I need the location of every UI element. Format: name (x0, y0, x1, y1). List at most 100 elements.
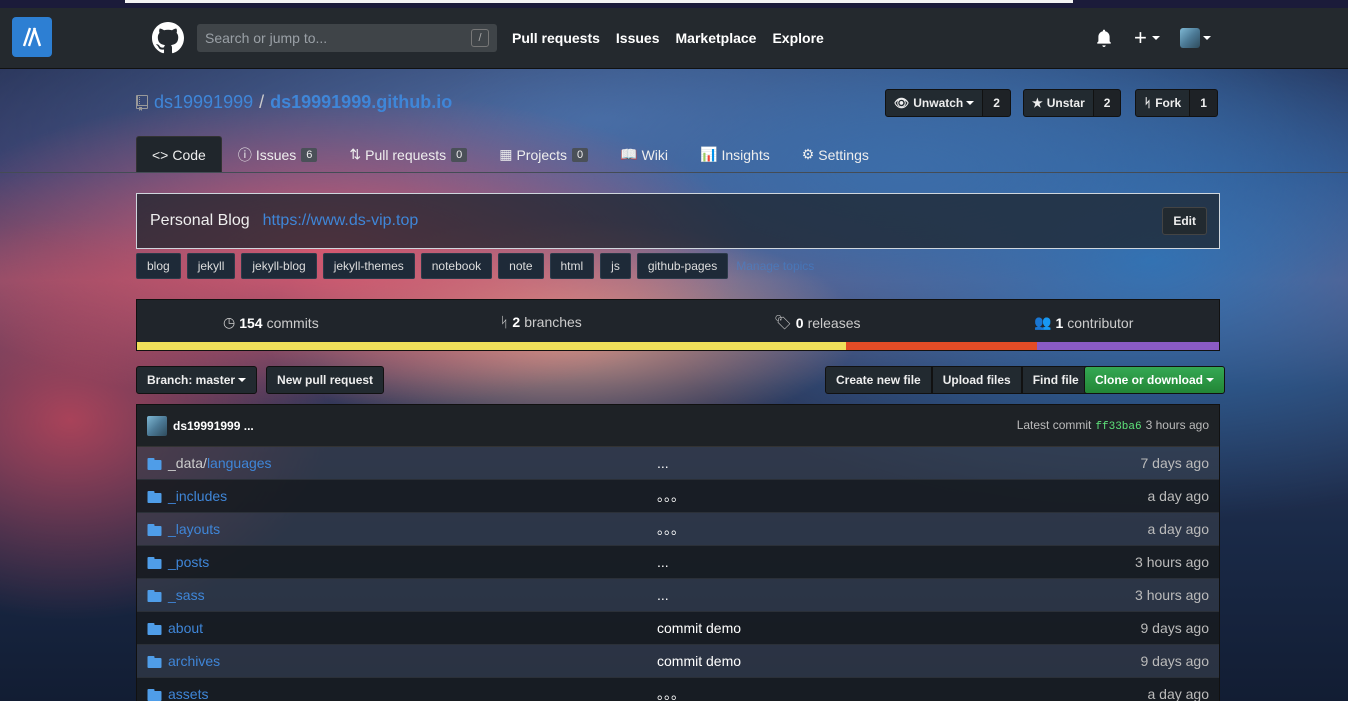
repo-title: ds19991999 / ds19991999.github.io (136, 92, 452, 113)
upload-files-button[interactable]: Upload files (931, 366, 1022, 394)
file-name-link[interactable]: _layouts (168, 521, 220, 537)
unwatch-button[interactable]: 👁 Unwatch (885, 89, 984, 117)
table-row[interactable]: assets 。。。 a day ago (137, 678, 1219, 701)
repo-homepage-link[interactable]: https://www.ds-vip.top (263, 212, 419, 230)
language-bar[interactable] (137, 342, 1219, 350)
topic-tag[interactable]: blog (136, 253, 181, 279)
topic-tag[interactable]: note (498, 253, 544, 279)
commit-message-link[interactable]: 。。。 (657, 519, 685, 539)
topic-tag[interactable]: jekyll (186, 253, 236, 279)
topic-tag[interactable]: jekyll-themes (322, 253, 415, 279)
find-file-button[interactable]: Find file (1021, 366, 1090, 394)
clone-label: Clone or download (1095, 373, 1203, 387)
repo-name-link[interactable]: ds19991999.github.io (270, 92, 452, 113)
avatar[interactable] (1179, 28, 1200, 48)
branches-stat[interactable]: ᛋ 2 branches (500, 314, 582, 330)
file-name-link[interactable]: assets (168, 686, 208, 701)
commit-message-link[interactable]: ... (657, 554, 669, 570)
branch-select-button[interactable]: Branch: master (136, 366, 258, 394)
language-segment[interactable] (845, 342, 1038, 350)
create-new-file-button[interactable]: Create new file (825, 366, 932, 394)
table-row[interactable]: _posts... 3 hours ago (137, 546, 1219, 579)
caret-down-icon[interactable] (1151, 36, 1160, 40)
search-box[interactable]: / (197, 24, 497, 52)
file-name-link[interactable]: _includes (168, 488, 227, 504)
tab-pull-requests[interactable]: ⇅ Pull requests 0 (333, 136, 483, 173)
tab-code-label: Code (172, 147, 206, 163)
topic-tag[interactable]: jekyll-blog (241, 253, 317, 279)
fork-button[interactable]: ᛋ Fork (1135, 89, 1191, 117)
nav-marketplace[interactable]: Marketplace (676, 30, 757, 46)
branches-label: branches (524, 314, 582, 330)
tab-insights[interactable]: 📊 Insights (684, 136, 786, 173)
unstar-button[interactable]: ★ Unstar (1023, 89, 1094, 117)
file-name-link[interactable]: archives (168, 653, 220, 669)
github-logo-icon[interactable] (152, 22, 184, 54)
issue-icon: ⓘ (237, 146, 252, 163)
commit-message-link[interactable]: ... (657, 455, 669, 471)
fork-count[interactable]: 1 (1190, 89, 1218, 117)
topic-tag[interactable]: github-pages (636, 253, 729, 279)
repo-owner-link[interactable]: ds19991999 (154, 92, 253, 113)
file-name-link[interactable]: _posts (168, 554, 209, 570)
eye-icon: 👁 (894, 96, 910, 110)
table-row[interactable]: _data/languages... 7 days ago (137, 447, 1219, 480)
nav-explore[interactable]: Explore (772, 30, 823, 46)
topic-tag[interactable]: js (600, 253, 631, 279)
tab-wiki[interactable]: 📖 Wiki (604, 136, 684, 173)
contributors-stat[interactable]: 👥 1 contributor (1034, 314, 1133, 331)
table-row[interactable]: archives commit demo 9 days ago (137, 645, 1219, 678)
new-pull-request-button[interactable]: New pull request (266, 366, 385, 394)
file-name-link[interactable]: _data/languages (168, 455, 272, 471)
table-row[interactable]: _sass... 3 hours ago (137, 579, 1219, 612)
repo-separator: / (259, 92, 265, 112)
table-row[interactable]: about commit demo 9 days ago (137, 612, 1219, 645)
tab-settings[interactable]: ⚙ Settings (786, 136, 885, 173)
extension-logo-icon[interactable] (12, 17, 52, 57)
table-row[interactable]: _layouts 。。。 a day ago (137, 513, 1219, 546)
commits-stat[interactable]: ◷ 154 commits (223, 314, 319, 331)
topics-list: blog jekyll jekyll-blog jekyll-themes no… (136, 253, 814, 279)
commit-message-link[interactable]: commit demo (657, 653, 741, 669)
releases-stat[interactable]: 🏷 0 releases (774, 314, 861, 331)
commit-author-avatar[interactable] (147, 415, 167, 436)
file-name-link[interactable]: _sass (168, 587, 205, 603)
commit-message-link[interactable]: 。。。 (657, 684, 685, 701)
file-name-link[interactable]: about (168, 620, 203, 636)
top-strip-bar (125, 0, 1073, 3)
topic-tag[interactable]: html (549, 253, 595, 279)
avatar-caret-icon[interactable] (1202, 36, 1211, 40)
commits-label: commits (266, 314, 319, 331)
table-row[interactable]: _includes 。。。 a day ago (137, 480, 1219, 513)
commit-message-link[interactable]: commit demo (657, 620, 741, 636)
tab-projects[interactable]: ▦ Projects 0 (483, 136, 604, 173)
file-rows: _data/languages... 7 days ago _includes 。。。… (137, 447, 1219, 701)
folder-icon (147, 458, 162, 470)
commit-author[interactable]: ds19991999 ... (173, 419, 254, 433)
commit-message-link[interactable]: 。。。 (657, 486, 685, 506)
file-name: _includes (168, 488, 228, 504)
manage-topics-link[interactable]: Manage topics (736, 259, 814, 273)
tab-pull-requests-label: Pull requests (365, 146, 447, 163)
latest-commit-bar: ds19991999 ... Latest commit ff33ba6 3 hou… (137, 405, 1219, 447)
folder-icon (147, 623, 162, 635)
bell-icon[interactable] (1096, 29, 1112, 47)
nav-pull-requests[interactable]: Pull requests (512, 30, 600, 46)
edit-button[interactable]: Edit (1162, 207, 1207, 235)
language-segment[interactable] (1037, 342, 1219, 350)
tab-issues[interactable]: ⓘ Issues 6 (222, 136, 334, 173)
clone-or-download-button[interactable]: Clone or download (1084, 366, 1225, 394)
language-segment[interactable] (137, 342, 846, 350)
watch-count[interactable]: 2 (983, 89, 1011, 117)
project-icon: ▦ (499, 146, 513, 162)
plus-icon[interactable]: + (1134, 27, 1147, 49)
latest-commit-label: Latest commit (1016, 418, 1092, 432)
commit-sha-link[interactable]: ff33ba6 (1095, 421, 1141, 433)
tab-code[interactable]: <> Code (136, 136, 222, 173)
topic-tag[interactable]: notebook (420, 253, 493, 279)
commit-message-link[interactable]: ... (657, 587, 669, 603)
nav-issues[interactable]: Issues (616, 30, 660, 46)
star-count[interactable]: 2 (1093, 89, 1122, 117)
header-nav: Pull requests Issues Marketplace Explore (512, 30, 824, 46)
search-input[interactable] (197, 24, 457, 52)
